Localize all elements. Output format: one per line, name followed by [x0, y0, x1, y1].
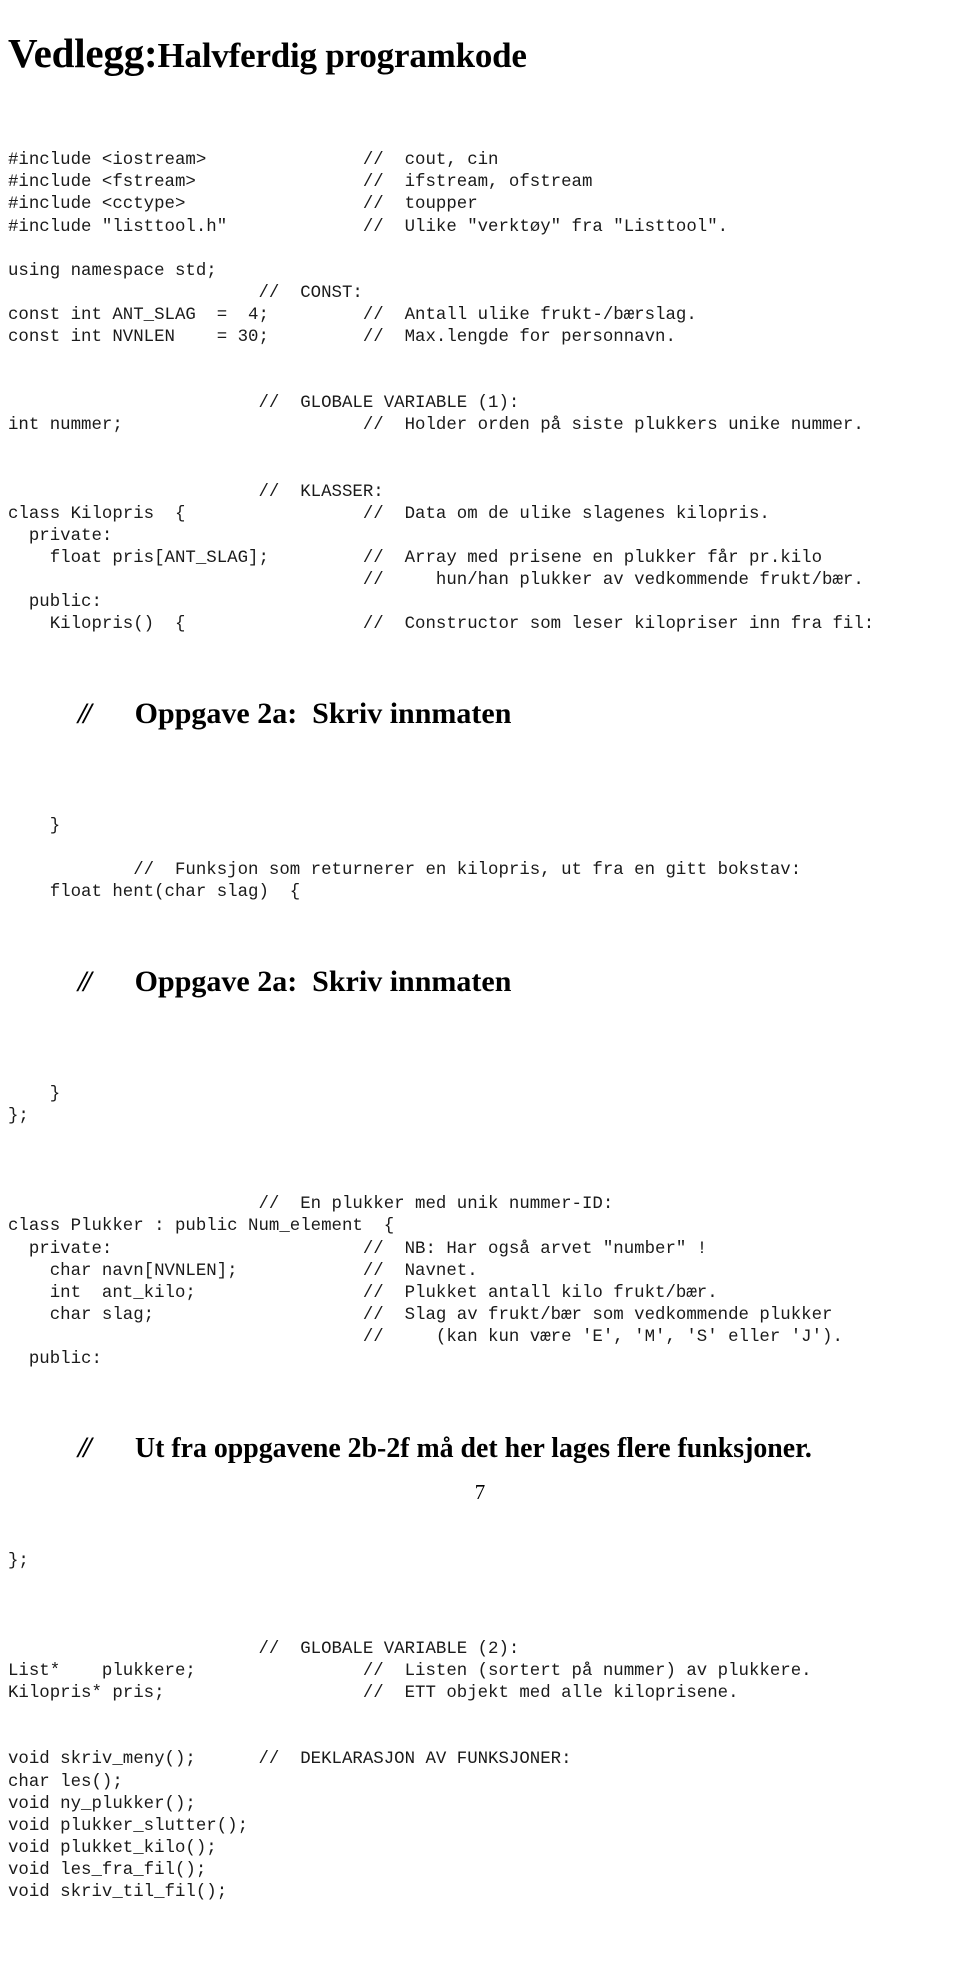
code-line: // CONST: [8, 283, 363, 303]
code-line: Kilopris* pris; // ETT objekt med alle k… [8, 1684, 739, 1704]
code-line: } [8, 1084, 61, 1104]
page-number: 7 [474, 1480, 486, 1504]
page-title-rest: Halvferdig programkode [157, 36, 527, 76]
code-line: char navn[NVNLEN]; // Navnet. [8, 1261, 478, 1281]
comment-slashes: // [78, 1431, 92, 1465]
code-line: char slag; // Slag av frukt/bær som vedk… [8, 1305, 833, 1325]
code-line: char les(); [8, 1772, 123, 1792]
code-line: class Plukker : public Num_element { [8, 1217, 395, 1237]
code-line: const int NVNLEN = 30; // Max.lengde for… [8, 328, 676, 348]
task-note-text: Ut fra oppgavene 2b-2f må det her lages … [134, 1432, 812, 1465]
page-title: Vedlegg:Halvferdig programkode [8, 29, 527, 80]
code-line: }; [8, 1106, 29, 1126]
code-line: class Kilopris { // Data om de ulike sla… [8, 504, 770, 524]
code-line: using namespace std; [8, 261, 217, 281]
code-line: List* plukkere; // Listen (sortert på nu… [8, 1662, 812, 1682]
code-line: void plukket_kilo(); [8, 1838, 217, 1858]
task-note-text: Oppgave 2a: Skriv innmaten [134, 696, 512, 730]
code-line: } [8, 816, 61, 836]
code-block-plukker-class: }}; // En plukker med unik nummer-ID: cla… [8, 1084, 960, 1371]
code-line: void ny_plukker(); [8, 1794, 196, 1814]
code-line: int ant_kilo; // Plukket antall kilo fru… [8, 1283, 718, 1303]
source-code-listing: #include <iostream> // cout, cin #include… [8, 84, 960, 1970]
code-line: void les_fra_fil(); [8, 1860, 207, 1880]
code-line: // GLOBALE VARIABLE (2): [8, 1640, 520, 1659]
code-line: // Funksjon som returnerer en kilopris, … [8, 861, 802, 881]
code-line: // hun/han plukker av vedkommende frukt/… [8, 571, 864, 591]
code-line: private: // NB: Har også arvet "number" … [8, 1239, 708, 1259]
comment-slashes: // [78, 696, 92, 730]
code-line: // GLOBALE VARIABLE (1): [8, 394, 520, 414]
code-line: // En plukker med unik nummer-ID: [8, 1195, 614, 1215]
task-note-2a-first: // Oppgave 2a: Skriv innmaten [8, 696, 960, 750]
task-note-text: Oppgave 2a: Skriv innmaten [134, 964, 512, 998]
code-line: // (kan kun være 'E', 'M', 'S' eller 'J'… [8, 1327, 843, 1347]
code-block-globals-and-declarations: }; // GLOBALE VARIABLE (2): List* plukker… [8, 1551, 960, 1905]
code-line: const int ANT_SLAG = 4; // Antall ulike … [8, 305, 697, 325]
code-line: private: [8, 526, 113, 546]
code-line: #include <fstream> // ifstream, ofstream [8, 173, 593, 193]
task-note-2b-2f: // Ut fra oppgavene 2b-2f må det her lage… [8, 1431, 960, 1484]
page-title-lead: Vedlegg: [8, 30, 158, 77]
code-block-kilopris-tail: } // Funksjon som returnerer en kilopris… [8, 816, 960, 904]
code-line: // KLASSER: [8, 482, 384, 502]
code-line: void plukker_slutter(); [8, 1816, 249, 1836]
code-line: float hent(char slag) { [8, 883, 301, 903]
code-line: #include <cctype> // toupper [8, 195, 478, 215]
code-block-includes-and-globals: #include <iostream> // cout, cin #include… [8, 150, 960, 636]
code-line: public: [8, 1349, 102, 1369]
code-line: public: [8, 593, 102, 613]
comment-slashes: // [78, 964, 92, 998]
document-page: Vedlegg:Halvferdig programkode #include … [0, 0, 960, 1902]
code-line: float pris[ANT_SLAG]; // Array med prise… [8, 548, 823, 568]
code-line: }; [8, 1551, 29, 1571]
code-line: Kilopris() { // Constructor som leser ki… [8, 615, 875, 635]
code-line: #include "listtool.h" // Ulike "verktøy"… [8, 217, 729, 237]
code-line: void skriv_meny(); // DEKLARASJON AV FUN… [8, 1750, 572, 1770]
code-line: #include <iostream> // cout, cin [8, 151, 499, 171]
code-line: int nummer; // Holder orden på siste plu… [8, 416, 864, 436]
code-line: void skriv_til_fil(); [8, 1883, 228, 1903]
task-note-2a-second: // Oppgave 2a: Skriv innmaten [8, 964, 960, 1018]
